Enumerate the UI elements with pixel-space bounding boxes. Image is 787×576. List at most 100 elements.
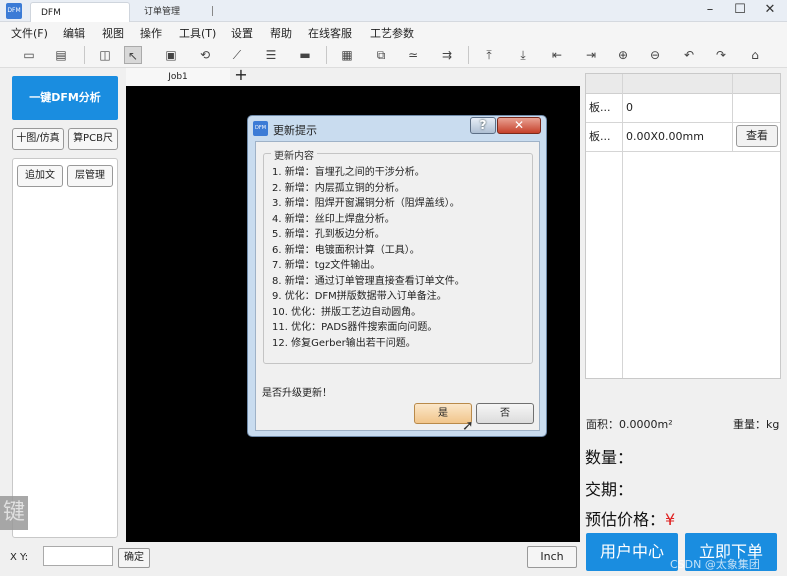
one-click-dfm-button[interactable]: 一键DFM分析 [12,76,118,120]
menu-process-params[interactable]: 工艺参数 [370,25,414,41]
table-cell-name: 板... [589,130,611,143]
menu-file[interactable]: 文件(F) [11,25,48,41]
download-icon[interactable]: ⤓ [514,46,532,64]
price-label: 预估价格： [585,510,666,529]
close-icon[interactable]: ✕ [755,0,785,22]
list-item: 1. 新增：盲埋孔之间的干涉分析。 [272,167,425,178]
zoom-box-icon[interactable]: ▣ [162,46,180,64]
update-notes-list: 1. 新增：盲埋孔之间的干涉分析。 2. 新增：内层孤立铜的分析。 3. 新增：… [272,165,465,351]
tab-dfm[interactable]: DFM [30,2,130,22]
toolbar-separator [84,46,85,64]
list-item: 11. 优化：PADS器件搜索面向问题。 [272,322,438,333]
tab-separator [212,6,213,16]
dialog-close-icon[interactable]: ✕ [497,117,541,134]
view-button[interactable]: 查看 [736,125,778,147]
zoom-in-icon[interactable]: ⊕ [614,46,632,64]
toolbar: ▭ ▤ ◫ ↖ ▣ ⟲ ⟋ ☰ ▬ ▦ ⧉ ≃ ⇉ ⤒ ⤓ ⇤ ⇥ ⊕ ⊖ ↶ … [0,42,787,68]
left-panel: 一键DFM分析 十图/仿真 算PCB尺 追加文 层管理 [6,70,124,540]
maximize-icon[interactable]: ☐ [725,0,755,22]
dialog-body: 更新内容 1. 新增：盲埋孔之间的干涉分析。 2. 新增：内层孤立铜的分析。 3… [255,141,540,434]
grid-icon[interactable]: ▦ [338,46,356,64]
filter-icon[interactable]: ☰ [262,46,280,64]
list-item: 5. 新增：孔到板边分析。 [272,229,385,240]
row-divider [586,151,780,152]
list-item: 6. 新增：电镀面积计算（工具）。 [272,244,420,256]
toolbar-separator [468,46,469,64]
area-label: 面积：0.0000m² [586,418,673,431]
price-currency-symbol: ¥ [665,510,676,529]
minimize-icon[interactable]: – [695,0,725,22]
align-right-icon[interactable]: ⇥ [582,46,600,64]
route-icon[interactable]: ⇉ [438,46,456,64]
measure-icon[interactable]: ⟋ [228,46,246,64]
dialog-title-bar: DFM 更新提示 ? ✕ [248,116,546,140]
add-tab-icon[interactable]: + [232,66,250,84]
column-divider [732,74,733,152]
column-divider [622,74,623,378]
list-item: 7. 新增：tgz文件输出。 [272,260,381,271]
bottom-bar: X Y: 确定 Inch [0,542,580,576]
table-cell-value: 0 [626,101,633,114]
xy-input[interactable] [43,546,113,566]
upload-icon[interactable]: ⤒ [480,46,498,64]
title-bar: DFM DFM 订单管理 – ☐ ✕ [0,0,787,22]
help-icon[interactable]: ? [470,117,496,134]
menu-operation[interactable]: 操作 [140,25,162,41]
app-window: DFM DFM 订单管理 – ☐ ✕ 文件(F) 编辑 视图 操作 工具(T) … [0,0,787,576]
layer-manage-button[interactable]: 层管理 [67,165,113,187]
trace-icon[interactable]: ≃ [404,46,422,64]
menu-help[interactable]: 帮助 [270,25,292,41]
open-icon[interactable]: ▭ [20,46,38,64]
menu-tools[interactable]: 工具(T) [179,25,216,41]
tab-order-management[interactable]: 订单管理 [134,2,214,22]
append-file-button[interactable]: 追加文 [17,165,63,187]
undo-icon[interactable]: ↶ [680,46,698,64]
menu-settings[interactable]: 设置 [231,25,253,41]
select-icon[interactable]: ↖ [124,46,142,64]
canvas-tab-strip: Job1 + [126,66,580,86]
save-icon[interactable]: ▤ [52,46,70,64]
dialog-title: 更新提示 [273,124,317,137]
redo-icon[interactable]: ↷ [712,46,730,64]
board-sim-button[interactable]: 十图/仿真 [12,128,64,150]
rotate-icon[interactable]: ⟲ [196,46,214,64]
board-info-table: 板... 0 板... 0.00X0.00mm 查看 [585,73,781,379]
window-icon[interactable]: ◫ [96,46,114,64]
watermark: CSDN @太象集团 [670,558,760,571]
menu-view[interactable]: 视图 [102,25,124,41]
update-dialog: DFM 更新提示 ? ✕ 更新内容 1. 新增：盲埋孔之间的干涉分析。 2. 新… [247,115,547,437]
xy-label: X Y: [10,552,29,563]
mouse-cursor-icon: ➚ [462,418,474,434]
user-center-button[interactable]: 用户中心 [586,533,678,571]
list-item: 10. 优化：拼版工艺边自动圆角。 [272,306,422,318]
list-item: 9. 优化：DFM拼版数据带入订单备注。 [272,291,447,302]
menu-online-service[interactable]: 在线客服 [308,25,352,41]
unit-toggle-button[interactable]: Inch [527,546,577,568]
menu-bar: 文件(F) 编辑 视图 操作 工具(T) 设置 帮助 在线客服 工艺参数 [0,22,787,42]
line-icon[interactable]: ▬ [296,46,314,64]
price-row: 预估价格：¥ [585,506,675,530]
dfm-logo-icon: DFM [253,121,268,136]
table-cell-name: 板... [589,101,611,114]
list-item: 8. 新增：通过订单管理直接查看订单文件。 [272,275,465,287]
confirm-button[interactable]: 确定 [118,548,150,568]
table-cell-value: 0.00X0.00mm [626,130,704,143]
floating-key-button[interactable]: 键 [0,496,28,530]
left-list-panel: 追加文 层管理 [12,158,118,538]
pcb-size-button[interactable]: 算PCB尺 [68,128,118,150]
layers-icon[interactable]: ⧉ [372,46,390,64]
align-left-icon[interactable]: ⇤ [548,46,566,64]
delivery-label: 交期： [585,480,634,499]
update-content-heading: 更新内容 [271,147,317,162]
menu-edit[interactable]: 编辑 [63,25,85,41]
list-item: 3. 新增：阻焊开窗漏铜分析（阻焊盖线）。 [272,198,460,209]
no-button[interactable]: 否 [476,403,534,424]
table-header [586,74,780,94]
list-item: 12. 修复Gerber输出若干问题。 [272,337,416,349]
job-tab[interactable]: Job1 [126,68,230,86]
list-item: 2. 新增：内层孤立铜的分析。 [272,182,405,194]
home-icon[interactable]: ⌂ [746,46,764,64]
update-content-group: 更新内容 1. 新增：盲埋孔之间的干涉分析。 2. 新增：内层孤立铜的分析。 3… [263,147,533,364]
zoom-out-icon[interactable]: ⊖ [646,46,664,64]
weight-label: 重量：kg [733,418,780,431]
